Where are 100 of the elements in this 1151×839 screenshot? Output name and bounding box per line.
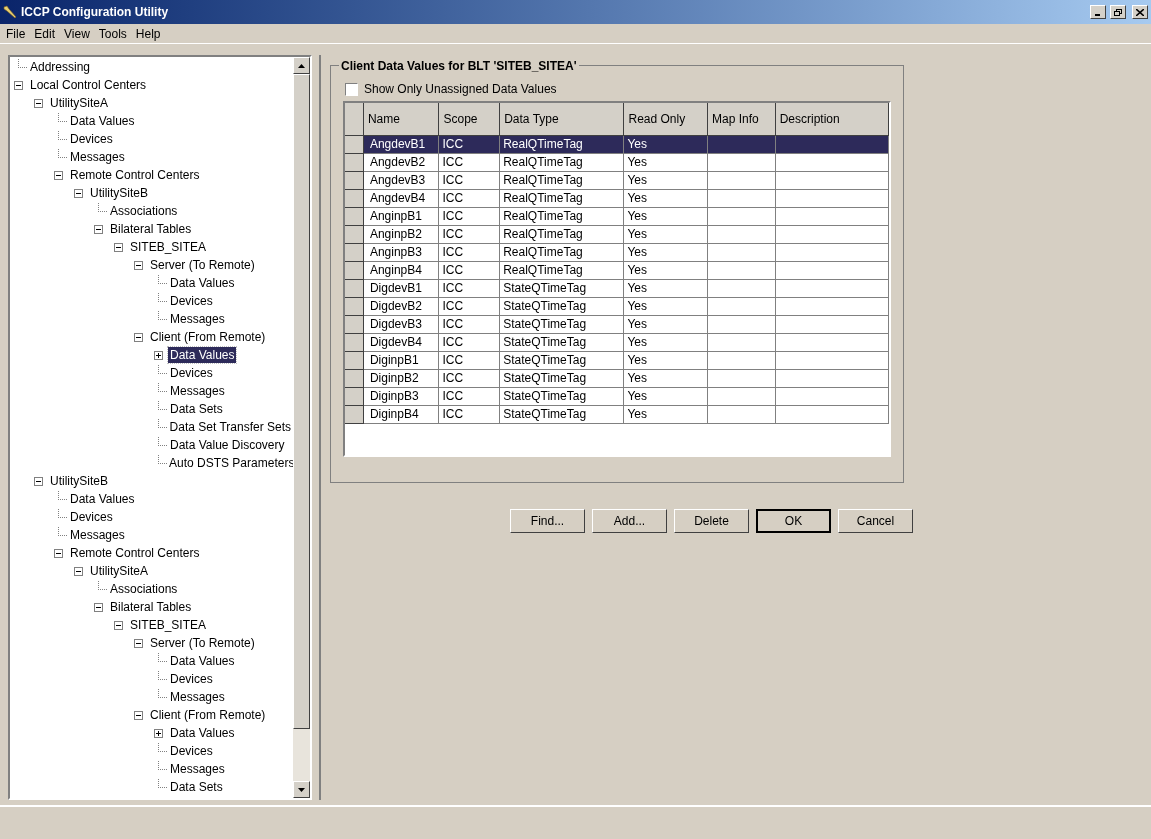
collapse-icon[interactable] (74, 566, 83, 576)
menu-item[interactable]: Tools (98, 24, 127, 43)
collapse-icon[interactable] (54, 548, 63, 558)
tree-item[interactable]: Associations (108, 203, 180, 219)
tree-item[interactable]: Remote Control Centers (68, 167, 202, 183)
tree-item[interactable]: UtilitySiteB (48, 473, 110, 489)
dialog-button[interactable]: OK (756, 509, 831, 533)
row-header[interactable] (345, 244, 364, 262)
tree-item[interactable]: Messages (68, 149, 127, 165)
tree-item[interactable]: Remote Control Centers (68, 545, 202, 561)
scroll-up-button[interactable] (293, 57, 310, 74)
tree-item[interactable]: Data Value Discovery (168, 437, 287, 453)
tree-item[interactable]: Bilateral Tables (108, 599, 194, 615)
tree-item[interactable]: Messages (168, 689, 227, 705)
tree-item[interactable]: Devices (168, 365, 215, 381)
tree-item[interactable]: SITEB_SITEA (128, 239, 209, 255)
close-button[interactable] (1132, 5, 1148, 19)
tree-item[interactable]: UtilitySiteA (88, 563, 150, 579)
table-row[interactable]: DiginpB3 ICC StateQTimeTag Yes (345, 388, 889, 406)
collapse-icon[interactable] (74, 188, 83, 198)
menu-item[interactable]: Edit (34, 24, 56, 43)
scroll-down-button[interactable] (293, 781, 310, 798)
tree-item[interactable]: Client (From Remote) (148, 329, 268, 345)
dialog-button[interactable]: Find... (510, 509, 585, 533)
collapse-icon[interactable] (134, 332, 143, 342)
tree-item[interactable]: Data Values (168, 725, 237, 741)
row-header[interactable] (345, 190, 364, 208)
column-header[interactable]: Map Info (708, 103, 776, 136)
collapse-icon[interactable] (14, 80, 23, 90)
tree-item[interactable]: Devices (168, 293, 215, 309)
table-row[interactable]: DiginpB2 ICC StateQTimeTag Yes (345, 370, 889, 388)
tree-item[interactable]: Server (To Remote) (148, 635, 257, 651)
table-row[interactable]: AngdevB3 ICC RealQTimeTag Yes (345, 172, 889, 190)
tree-item[interactable]: Client (From Remote) (148, 707, 268, 723)
tree-item[interactable]: Messages (168, 383, 227, 399)
column-header[interactable]: Data Type (500, 103, 625, 136)
table-row[interactable]: DiginpB4 ICC StateQTimeTag Yes (345, 406, 889, 424)
tree-item[interactable]: Messages (68, 527, 127, 543)
tree-item[interactable]: UtilitySiteB (88, 185, 150, 201)
menu-item[interactable]: View (64, 24, 90, 43)
column-header[interactable]: Scope (439, 103, 501, 136)
tree-item[interactable]: Devices (68, 131, 115, 147)
tree-item[interactable]: Messages (168, 761, 227, 777)
restore-button[interactable] (1110, 5, 1126, 19)
tree-item[interactable]: Data Values (168, 275, 237, 291)
minimize-button[interactable] (1090, 5, 1106, 19)
row-header[interactable] (345, 388, 364, 406)
menu-item[interactable]: Help (135, 24, 161, 43)
dialog-button[interactable]: Cancel (838, 509, 913, 533)
row-header[interactable] (345, 262, 364, 280)
row-header[interactable] (345, 370, 364, 388)
expand-icon[interactable] (154, 728, 163, 738)
table-row[interactable]: AnginpB4 ICC RealQTimeTag Yes (345, 262, 889, 280)
tree-item[interactable]: Addressing (28, 59, 93, 75)
tree-item[interactable]: Data Set Transfer Sets (167, 419, 293, 435)
tree-item[interactable]: Data Sets (168, 401, 225, 417)
tree-item[interactable]: Data Values (168, 347, 237, 363)
collapse-icon[interactable] (114, 242, 123, 252)
tree-item[interactable]: Devices (168, 671, 215, 687)
tree-item[interactable]: Devices (68, 509, 115, 525)
row-header[interactable] (345, 280, 364, 298)
row-header[interactable] (345, 226, 364, 244)
menu-item[interactable]: File (6, 24, 26, 43)
tree-item[interactable]: Data Values (68, 491, 137, 507)
dialog-button[interactable]: Delete (674, 509, 749, 533)
row-header[interactable] (345, 208, 364, 226)
checkbox[interactable] (345, 82, 358, 96)
collapse-icon[interactable] (94, 602, 103, 612)
row-header[interactable] (345, 172, 364, 190)
row-header[interactable] (345, 154, 364, 172)
table-row[interactable]: DigdevB4 ICC StateQTimeTag Yes (345, 334, 889, 352)
row-header[interactable] (345, 298, 364, 316)
column-header[interactable]: Description (775, 103, 889, 136)
table-row[interactable]: AnginpB1 ICC RealQTimeTag Yes (345, 208, 889, 226)
column-header[interactable]: Read Only (624, 103, 708, 136)
tree-item[interactable]: UtilitySiteA (48, 95, 110, 111)
collapse-icon[interactable] (134, 710, 143, 720)
table-row[interactable]: DigdevB2 ICC StateQTimeTag Yes (345, 298, 889, 316)
tree-item[interactable]: Associations (108, 581, 180, 597)
tree-item[interactable]: SITEB_SITEA (128, 617, 209, 633)
dialog-button[interactable]: Add... (592, 509, 667, 533)
collapse-icon[interactable] (34, 476, 43, 486)
tree-item[interactable]: Messages (168, 311, 227, 327)
tree-item[interactable]: Local Control Centers (28, 77, 149, 93)
row-header[interactable] (345, 316, 364, 334)
table-row[interactable]: DiginpB1 ICC StateQTimeTag Yes (345, 352, 889, 370)
column-header[interactable]: Name (363, 103, 440, 136)
row-header[interactable] (345, 136, 364, 154)
row-header[interactable] (345, 352, 364, 370)
table-row[interactable]: AnginpB3 ICC RealQTimeTag Yes (345, 244, 889, 262)
table-row[interactable]: AngdevB2 ICC RealQTimeTag Yes (345, 154, 889, 172)
tree-item[interactable]: Data Values (68, 113, 137, 129)
collapse-icon[interactable] (94, 224, 103, 234)
tree-item[interactable]: Server (To Remote) (148, 257, 257, 273)
table-row[interactable]: AngdevB1 ICC RealQTimeTag Yes (345, 136, 889, 154)
row-header[interactable] (345, 334, 364, 352)
collapse-icon[interactable] (134, 638, 143, 648)
expand-icon[interactable] (154, 350, 163, 360)
table-row[interactable]: AngdevB4 ICC RealQTimeTag Yes (345, 190, 889, 208)
row-header[interactable] (345, 406, 364, 424)
